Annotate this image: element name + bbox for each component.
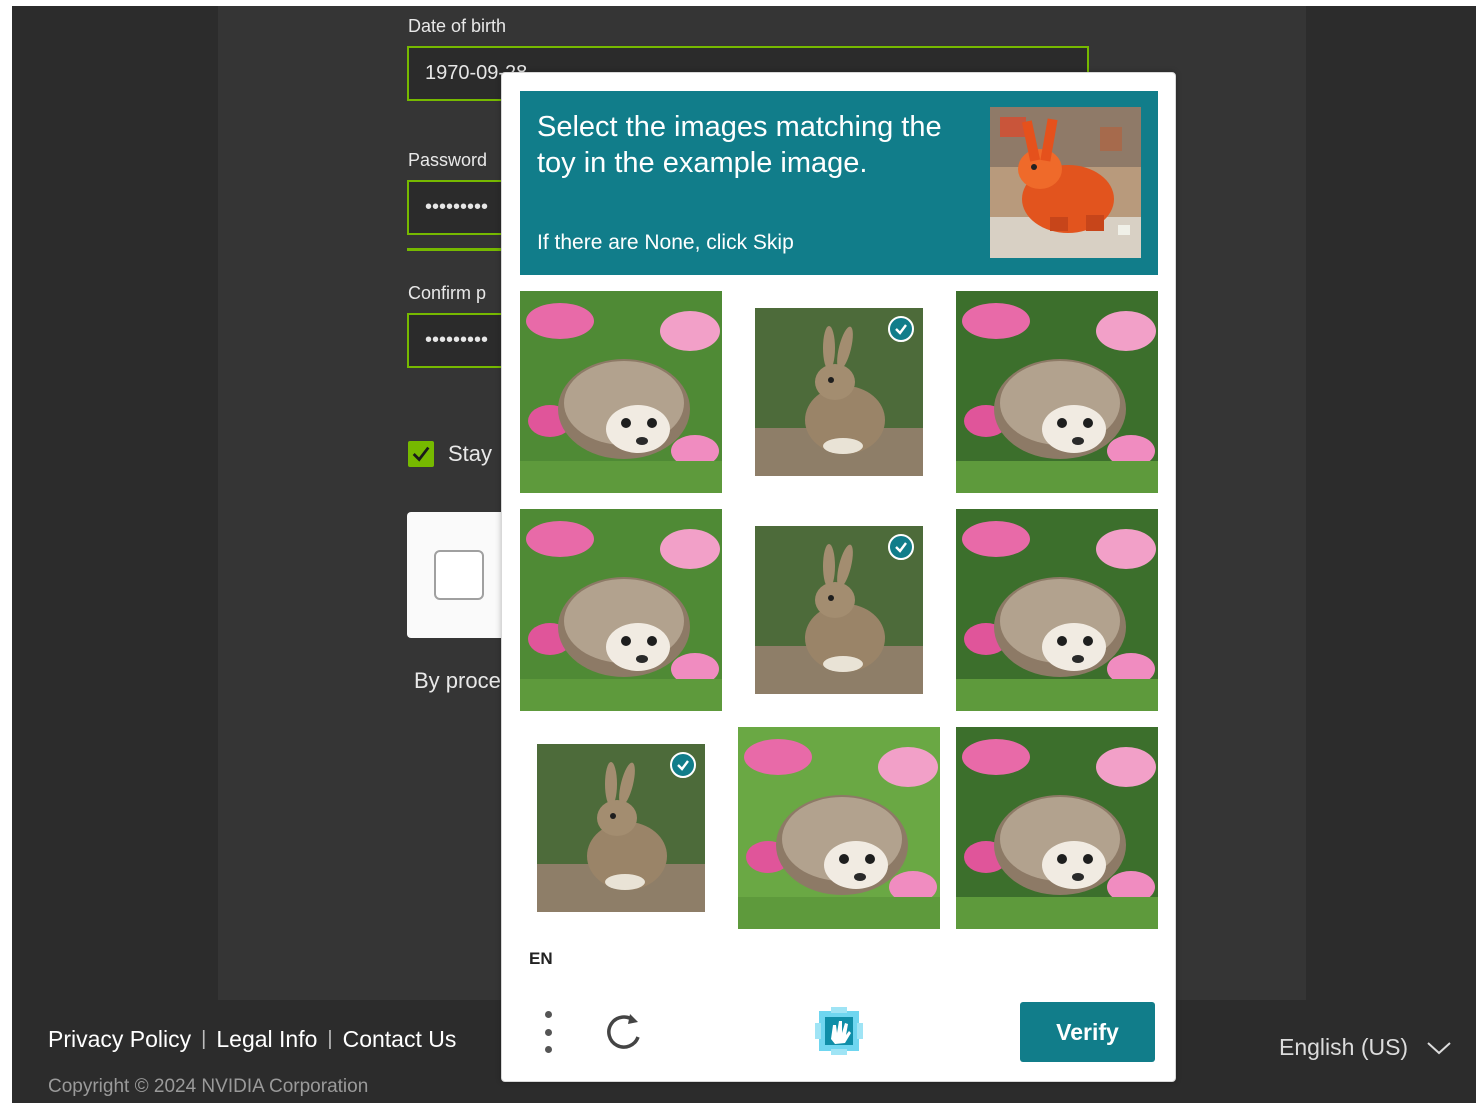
terms-text: By proce: [414, 668, 501, 693]
challenge-tile-7[interactable]: [520, 727, 722, 929]
refresh-icon[interactable]: [602, 1009, 646, 1053]
hedgehog-image: [520, 509, 722, 711]
hedgehog-image: [738, 727, 940, 929]
password-label: Password: [408, 150, 488, 170]
selected-check-icon: [888, 316, 914, 342]
hcaptcha-challenge: Select the images matching the toy in th…: [501, 72, 1176, 1082]
language-code[interactable]: EN: [529, 949, 553, 969]
prompt-subtext: If there are None, click Skip: [537, 231, 794, 254]
separator: |: [327, 1028, 333, 1050]
more-options-icon[interactable]: [538, 1011, 558, 1053]
language-selector[interactable]: English (US): [1279, 1034, 1452, 1061]
challenge-tile-9[interactable]: [956, 727, 1158, 929]
privacy-policy-link[interactable]: Privacy Policy: [48, 1026, 191, 1053]
challenge-tile-8[interactable]: [738, 727, 940, 929]
selected-check-icon: [670, 752, 696, 778]
stay-signed-in-checkbox[interactable]: [408, 441, 434, 467]
selected-check-icon: [888, 534, 914, 560]
challenge-tile-3[interactable]: [956, 291, 1158, 493]
legal-info-link[interactable]: Legal Info: [216, 1026, 317, 1053]
prompt-text: Select the images matching the toy in th…: [537, 111, 942, 179]
challenge-tile-1[interactable]: [520, 291, 722, 493]
contact-us-link[interactable]: Contact Us: [343, 1026, 457, 1053]
dob-label: Date of birth: [408, 16, 507, 36]
hedgehog-image: [956, 291, 1158, 493]
captcha-checkbox[interactable]: [434, 550, 484, 600]
challenge-tile-4[interactable]: [520, 509, 722, 711]
hcaptcha-logo-icon: [815, 1007, 863, 1055]
challenge-tile-6[interactable]: [956, 509, 1158, 711]
copyright-text: Copyright © 2024 NVIDIA Corporation: [48, 1076, 369, 1097]
language-label: English (US): [1279, 1034, 1409, 1060]
hedgehog-image: [520, 291, 722, 493]
footer-links: Privacy Policy | Legal Info | Contact Us: [48, 1026, 456, 1053]
separator: |: [201, 1028, 207, 1050]
checkmark-icon: [412, 446, 430, 462]
hedgehog-image: [956, 727, 1158, 929]
confirm-password-label: Confirm p: [408, 283, 487, 303]
stay-signed-in-label: Stay: [448, 441, 493, 466]
verify-button[interactable]: Verify: [1020, 1002, 1155, 1062]
challenge-tile-5[interactable]: [738, 509, 940, 711]
challenge-prompt: Select the images matching the toy in th…: [520, 91, 1158, 275]
hedgehog-image: [956, 509, 1158, 711]
chevron-down-icon: [1427, 1041, 1451, 1054]
toy-rabbit-image: [990, 107, 1141, 258]
challenge-tile-2[interactable]: [738, 291, 940, 493]
